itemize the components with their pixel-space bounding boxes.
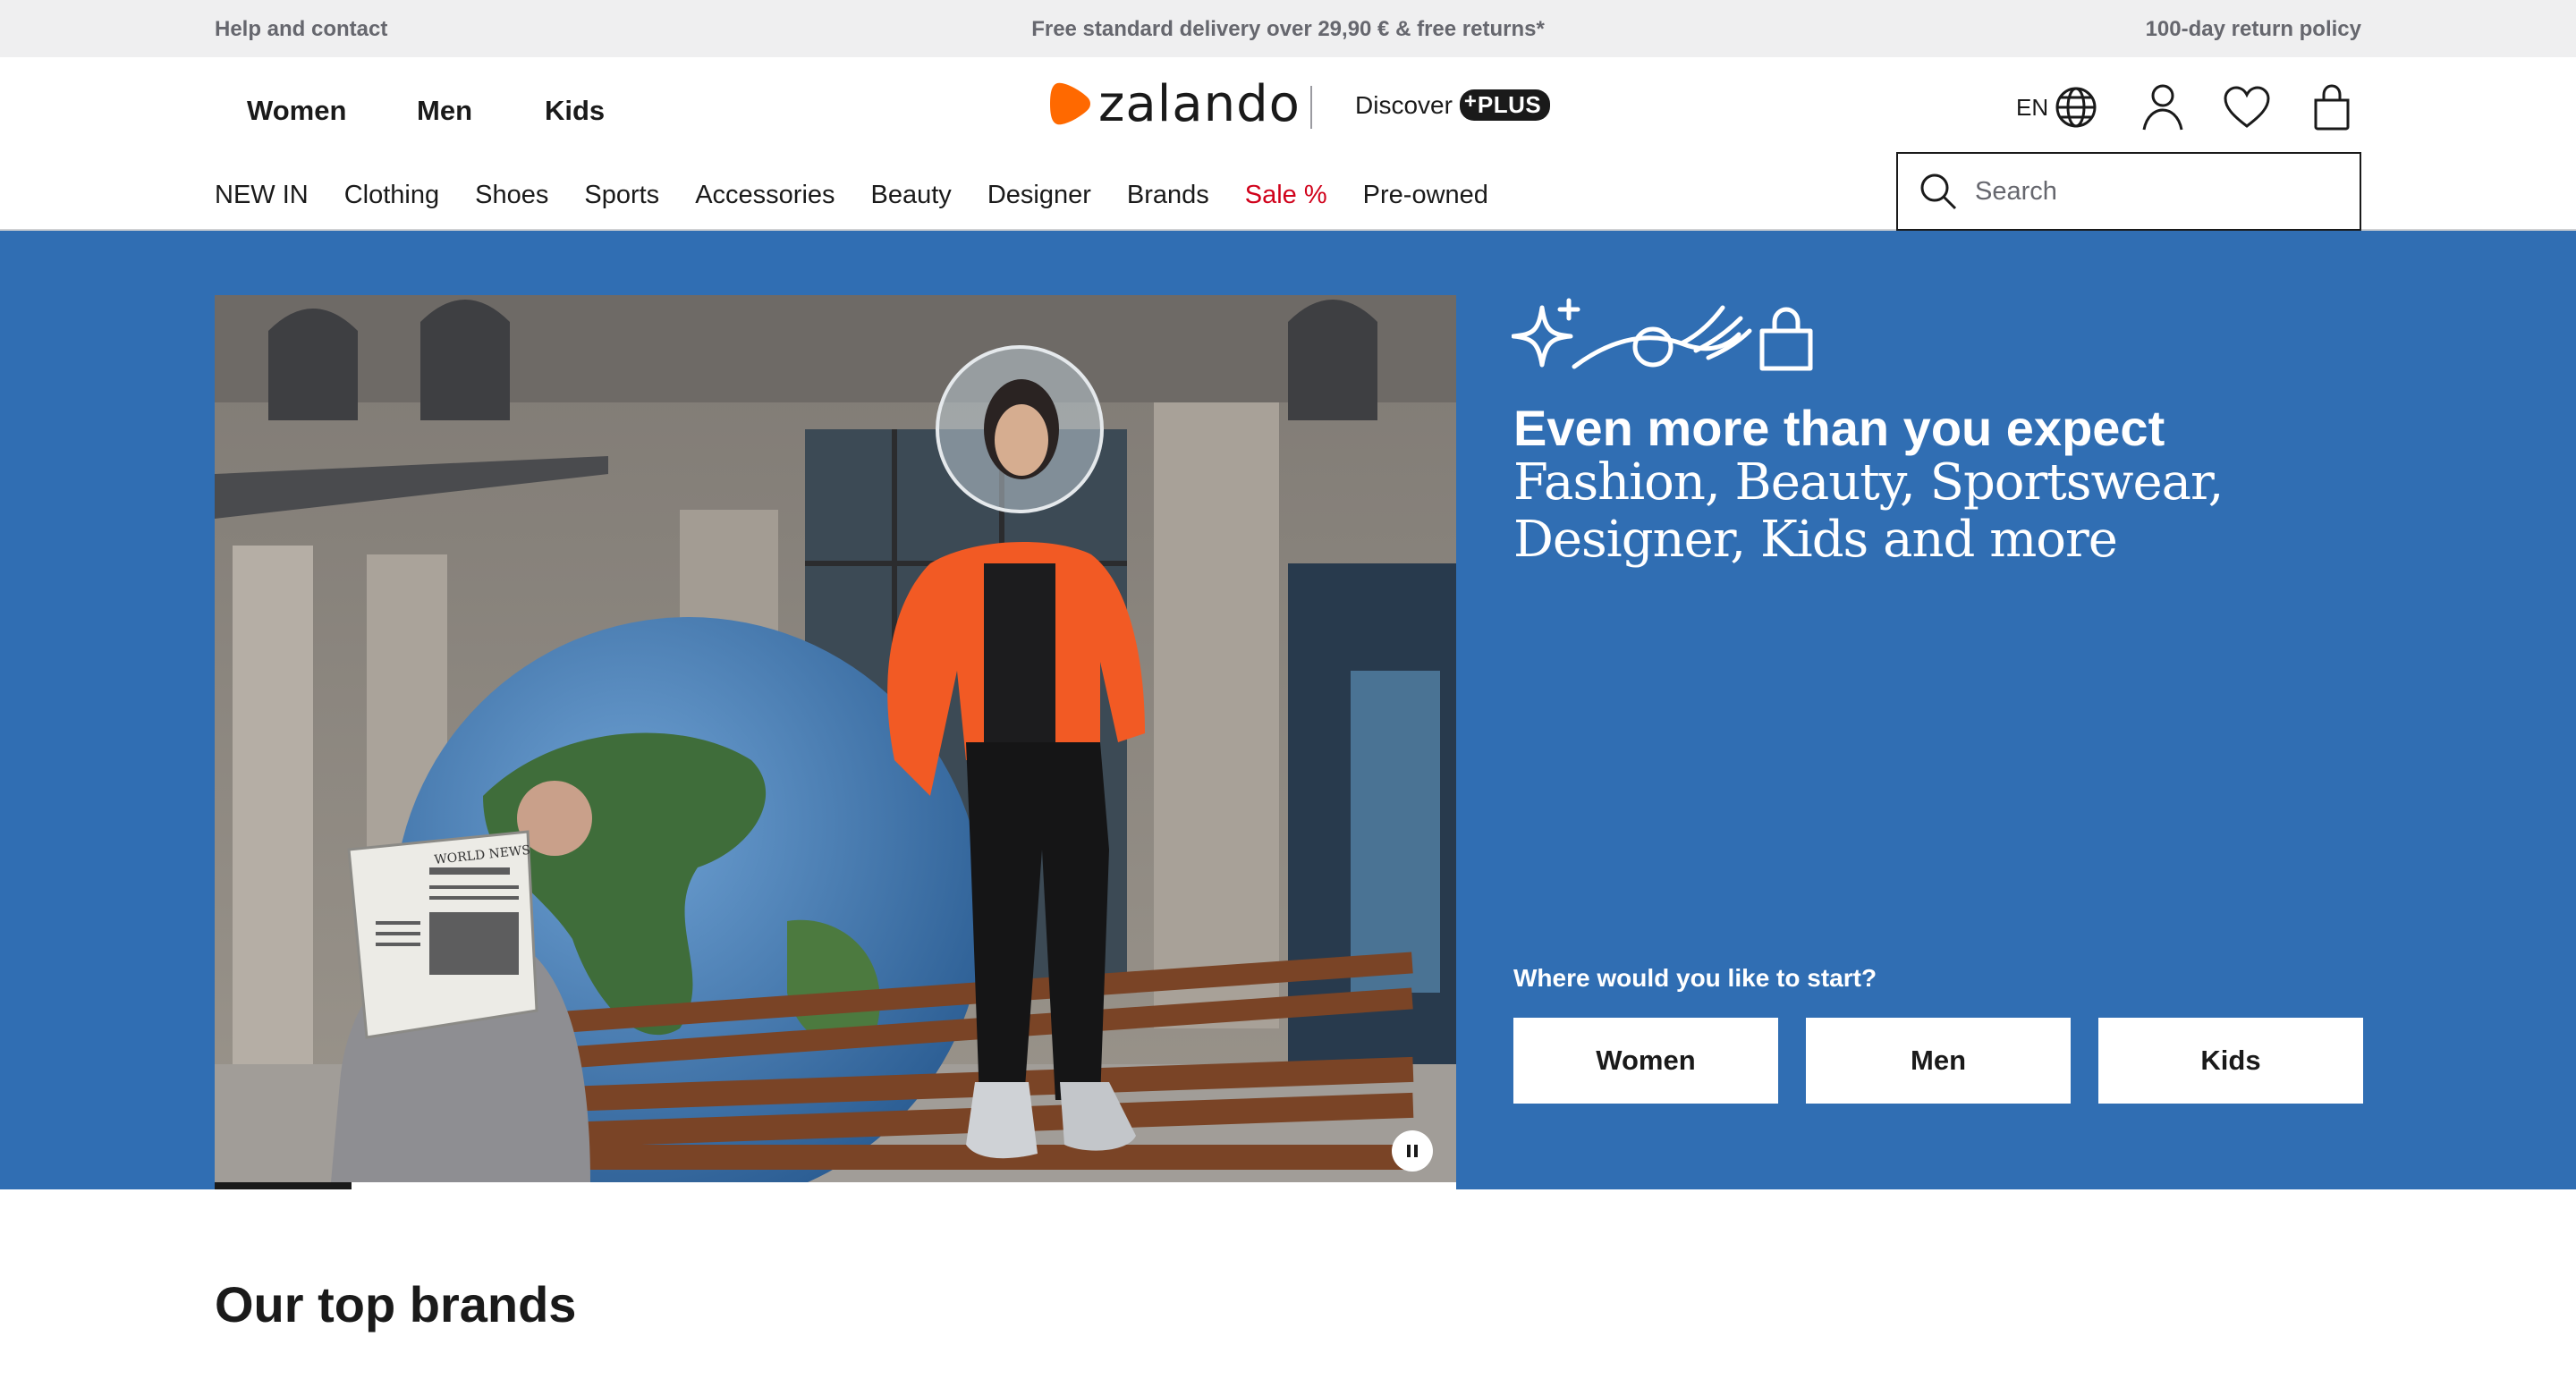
logo-wordmark: zalando (1098, 74, 1301, 133)
gender-kids[interactable]: Kids (545, 95, 605, 127)
wishlist-button[interactable] (2224, 80, 2270, 134)
info-bar: Free standard delivery over 29,90 € & fr… (0, 0, 2576, 57)
cart-button[interactable] (2312, 80, 2351, 134)
nav-accessories[interactable]: Accessories (695, 181, 835, 210)
hero-kids-button[interactable]: Kids (2098, 1018, 2363, 1104)
language-label: EN (2016, 93, 2049, 121)
carousel-progress-fill (215, 1182, 352, 1189)
nav-pre-owned[interactable]: Pre-owned (1363, 181, 1488, 210)
hero-men-button[interactable]: Men (1806, 1018, 2071, 1104)
start-prompt: Where would you like to start? (1513, 964, 1877, 992)
hero-women-button[interactable]: Women (1513, 1018, 1778, 1104)
carousel-progress (215, 1182, 1456, 1189)
nav-sale[interactable]: Sale % (1245, 181, 1327, 210)
nav-beauty[interactable]: Beauty (871, 181, 952, 210)
search-icon (1920, 173, 1957, 210)
discover-label: Discover (1355, 90, 1453, 119)
gender-women[interactable]: Women (247, 95, 346, 127)
gender-men[interactable]: Men (417, 95, 472, 127)
user-icon (2142, 84, 2183, 131)
nav-shoes[interactable]: Shoes (475, 181, 548, 210)
bag-icon (2314, 84, 2350, 131)
language-selector[interactable]: EN (2016, 80, 2098, 134)
category-nav: NEW IN Clothing Shoes Sports Accessories… (215, 181, 1524, 210)
hero-image[interactable]: WORLD NEWS (215, 295, 1456, 1182)
nav-designer[interactable]: Designer (987, 181, 1091, 210)
search-box[interactable] (1896, 152, 2361, 231)
globe-icon (2055, 87, 2097, 128)
return-policy-link[interactable]: 100-day return policy (2146, 17, 2361, 42)
hero-banner: WORLD NEWS Even more than you expect Fas… (0, 231, 2576, 1189)
hero-illustration: WORLD NEWS (215, 295, 1456, 1182)
hero-subline: Fashion, Beauty, Sportswear, Designer, K… (1513, 453, 2224, 569)
help-contact-link[interactable]: Help and contact (215, 17, 387, 42)
top-brands-heading: Our top brands (215, 1276, 577, 1332)
nav-clothing[interactable]: Clothing (344, 181, 439, 210)
heart-icon (2224, 86, 2270, 128)
pause-icon (1407, 1145, 1418, 1157)
sparkle-eye-bag-icon (1512, 298, 1813, 371)
header-divider (1310, 86, 1312, 129)
discover-plus-link[interactable]: Discover PLUS (1355, 89, 1551, 121)
plus-badge: PLUS (1459, 89, 1551, 121)
nav-sports[interactable]: Sports (584, 181, 659, 210)
site-header: Women Men Kids zalando Discover PLUS EN (0, 57, 2576, 231)
search-input[interactable] (1975, 176, 2333, 207)
nav-brands[interactable]: Brands (1127, 181, 1209, 210)
zalando-logo[interactable]: zalando (1048, 74, 1301, 133)
nav-new-in[interactable]: NEW IN (215, 181, 309, 210)
carousel-pause-button[interactable] (1392, 1130, 1433, 1172)
account-button[interactable] (2141, 80, 2184, 134)
zalando-logo-icon (1050, 82, 1090, 125)
hero-headline: Even more than you expect (1513, 400, 2165, 456)
